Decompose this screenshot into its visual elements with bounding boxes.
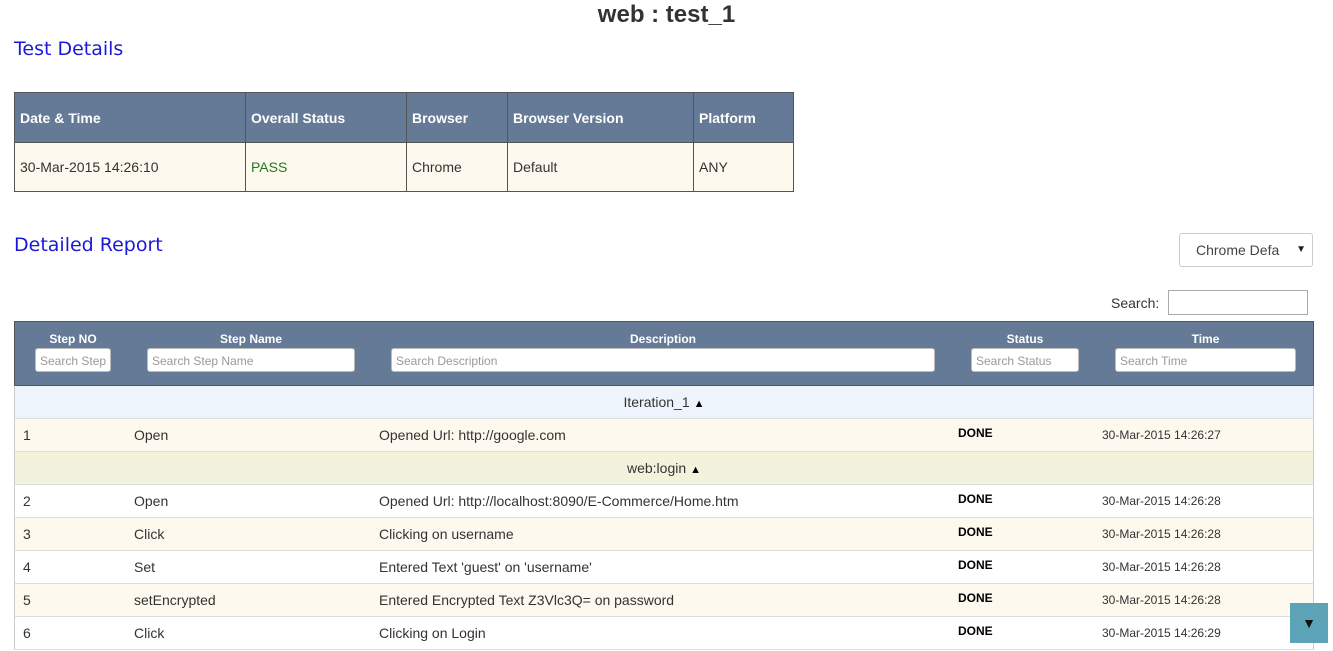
column-description-label: Description [629,332,696,346]
header-overall-status: Overall Status [245,92,407,143]
header-browser-version: Browser Version [507,92,694,143]
report-header: Step NO Search Step Step Name Search Ste… [14,321,1314,386]
environment-select-value: Chrome Defa [1196,242,1280,258]
step-status: DONE [958,591,993,605]
step-name: Open [134,493,169,509]
header-platform: Platform [693,92,794,143]
step-description: Entered Text 'guest' on 'username' [379,559,592,575]
detailed-report-table: Step NO Search Step Step Name Search Ste… [14,321,1314,650]
search-input[interactable] [1168,290,1308,315]
value-platform: ANY [693,142,794,192]
page-title: web : test_1 [597,1,736,28]
table-row: 1 Open Opened Url: http://google.com DON… [14,419,1314,452]
step-status: DONE [958,525,993,539]
scroll-down-button[interactable]: ▼ [1290,603,1328,643]
step-description: Entered Encrypted Text Z3Vlc3Q= on passw… [379,592,675,608]
table-row: 6 Click Clicking on Login DONE 30-Mar-20… [14,617,1314,650]
step-name: setEncrypted [134,592,216,608]
header-browser: Browser [406,92,508,143]
step-status: DONE [958,558,993,572]
step-description: Opened Url: http://localhost:8090/E-Comm… [379,493,739,509]
test-details-heading: Test Details [14,38,124,60]
header-date-time: Date & Time [14,92,246,143]
value-browser-version: Default [507,142,694,192]
component-label: web:login [626,460,687,476]
caret-down-icon: ▼ [1302,615,1316,631]
environment-select[interactable]: Chrome Defa ▼ [1179,233,1313,267]
iteration-group-row[interactable]: Iteration_1 ▲ [14,386,1314,419]
step-name: Open [134,427,169,443]
column-status: Status Search Status [971,332,1079,372]
step-name: Click [134,625,165,641]
filter-step-name-input[interactable]: Search Step Name [147,348,355,372]
step-time: 30-Mar-2015 14:26:28 [1102,494,1221,508]
component-group-row[interactable]: web:login ▲ [14,452,1314,485]
step-no: 4 [23,559,31,575]
value-date-time: 30-Mar-2015 14:26:10 [14,142,246,192]
table-row: 2 Open Opened Url: http://localhost:8090… [14,485,1314,518]
step-no: 3 [23,526,31,542]
column-step-no-label: Step NO [49,332,97,346]
step-status: DONE [958,492,993,506]
column-time-label: Time [1191,332,1220,346]
step-name: Set [134,559,156,575]
step-time: 30-Mar-2015 14:26:29 [1102,626,1221,640]
column-step-name: Step Name Search Step Name [147,332,355,372]
search-label: Search: [1111,295,1160,311]
value-overall-status: PASS [245,142,407,192]
iteration-label: Iteration_1 [623,394,690,410]
step-no: 5 [23,592,31,608]
step-no: 1 [23,427,31,443]
column-time: Time Search Time [1115,332,1296,372]
step-no: 6 [23,625,31,641]
chevron-down-icon: ▼ [1296,244,1306,255]
step-time: 30-Mar-2015 14:26:28 [1102,593,1221,607]
column-status-label: Status [1006,332,1044,346]
filter-step-no-input[interactable]: Search Step [35,348,111,372]
table-row: 3 Click Clicking on username DONE 30-Mar… [14,518,1314,551]
filter-description-input[interactable]: Search Description [391,348,935,372]
step-name: Click [134,526,165,542]
detailed-report-heading: Detailed Report [14,234,163,256]
step-description: Opened Url: http://google.com [379,427,566,443]
filter-time-input[interactable]: Search Time [1115,348,1296,372]
filter-status-input[interactable]: Search Status [971,348,1079,372]
step-time: 30-Mar-2015 14:26:27 [1102,428,1221,442]
collapse-triangle-icon[interactable]: ▲ [694,398,705,410]
column-step-name-label: Step Name [219,332,283,346]
step-no: 2 [23,493,31,509]
collapse-triangle-icon[interactable]: ▲ [690,464,701,476]
table-row: 4 Set Entered Text 'guest' on 'username'… [14,551,1314,584]
step-status: DONE [958,426,993,440]
table-row: 5 setEncrypted Entered Encrypted Text Z3… [14,584,1314,617]
step-description: Clicking on username [379,526,514,542]
test-details-table: Date & Time Overall Status Browser Brows… [14,92,794,192]
step-time: 30-Mar-2015 14:26:28 [1102,527,1221,541]
value-browser: Chrome [406,142,508,192]
column-step-no: Step NO Search Step [34,332,112,372]
step-description: Clicking on Login [379,625,486,641]
step-time: 30-Mar-2015 14:26:28 [1102,560,1221,574]
column-description: Description Search Description [391,332,935,372]
step-status: DONE [958,624,993,638]
